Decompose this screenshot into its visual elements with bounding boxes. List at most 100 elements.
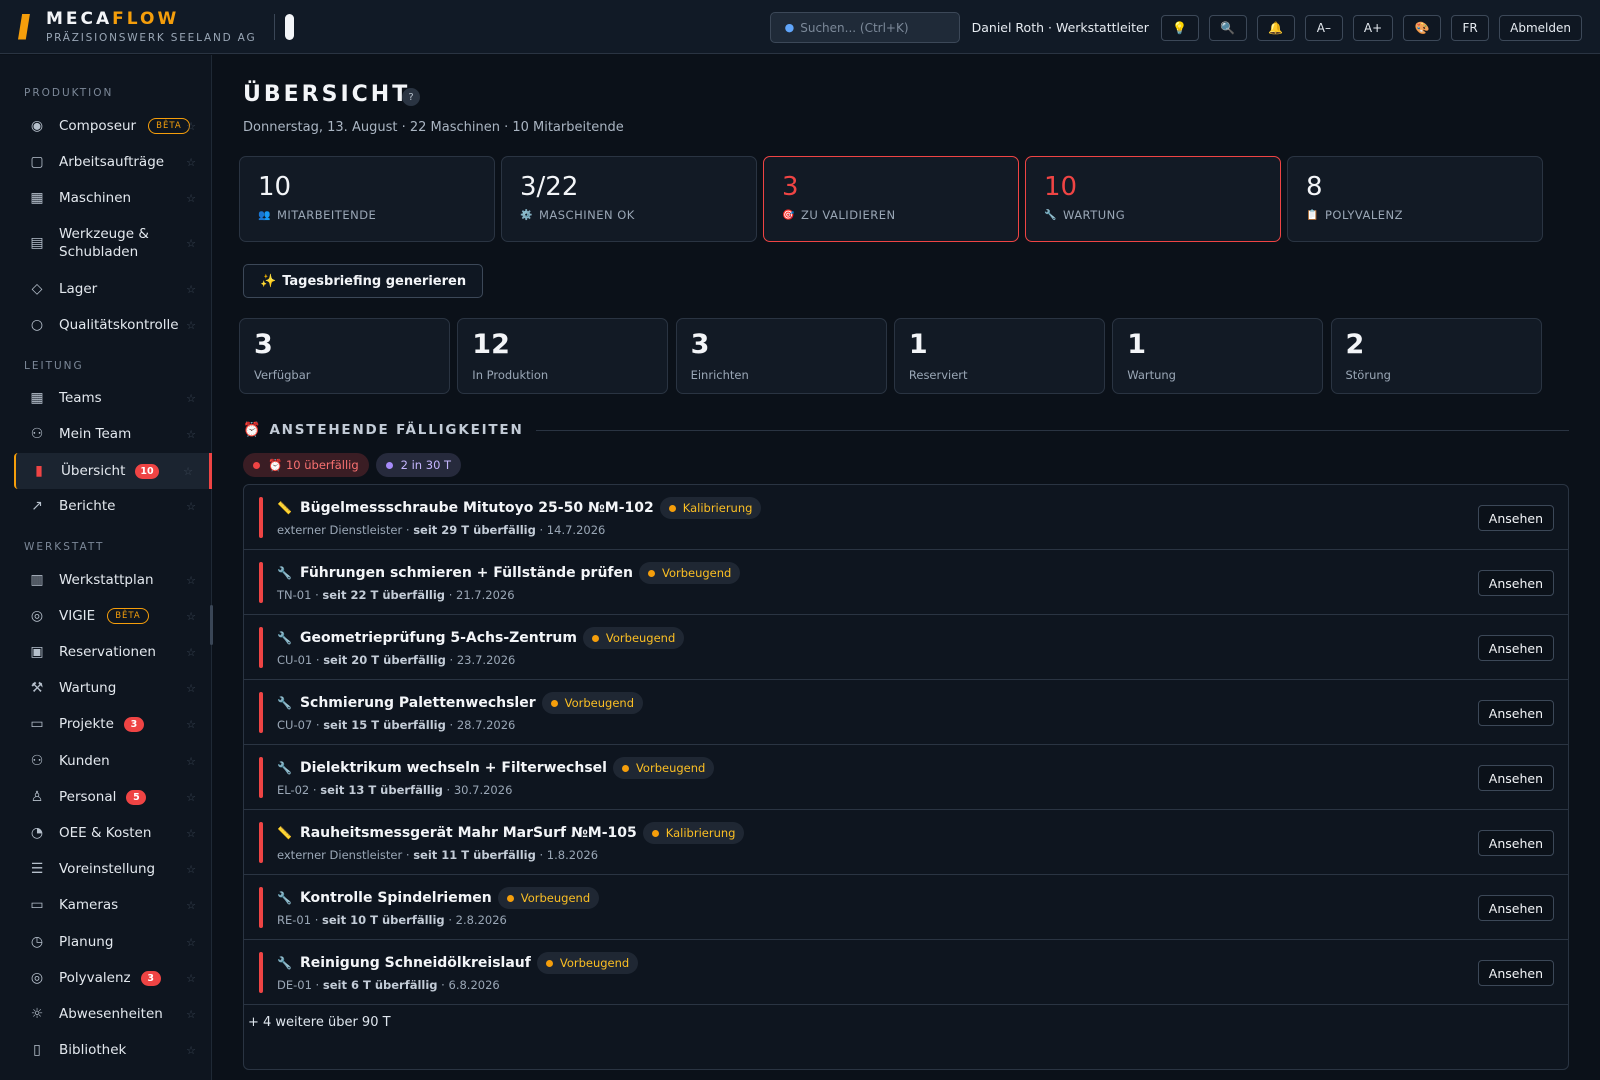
overdue-bar [259,887,263,928]
help-icon[interactable]: ? [402,88,420,106]
sparkles-icon: ✨ [260,273,277,289]
machine-status-card[interactable]: 12 In Produktion [457,318,669,394]
sidebar-item-label: VIGIE [59,608,96,624]
star-icon[interactable]: ☆ [186,936,196,949]
sidebar-item-kunden[interactable]: ⚇ Kunden ☆ [14,748,212,774]
sidebar-item-voreinstellung[interactable]: ☰ Voreinstellung ☆ [14,856,212,882]
grid-icon: ▦ [30,190,44,206]
sidebar-item-berichte[interactable]: ↗ Berichte ☆ [14,493,212,519]
sidebar-item-polyvalenz[interactable]: ◎ Polyvalenz 3 ☆ [14,965,212,991]
tips-button[interactable]: 💡 [1160,14,1199,41]
sidebar-item-mein-team[interactable]: ⚇ Mein Team ☆ [14,421,212,447]
brand-name: MECAFLOW [46,10,256,28]
sidebar-toggle-button[interactable] [285,13,295,40]
font-smaller-button[interactable]: A– [1304,14,1343,41]
sidebar-item-lager[interactable]: ◇ Lager ☆ [14,276,212,302]
star-icon[interactable]: ☆ [186,646,196,659]
star-icon[interactable]: ☆ [186,1008,196,1021]
view-button[interactable]: Ansehen [1477,830,1554,856]
bar-chart-icon: ▮ [35,463,43,479]
star-icon[interactable]: ☆ [186,428,196,441]
star-icon[interactable]: ☆ [186,718,196,731]
font-larger-button[interactable]: A+ [1352,14,1394,41]
view-button[interactable]: Ansehen [1477,765,1554,791]
machine-status-card[interactable]: 1 Reserviert [893,318,1105,394]
sidebar-item-übersicht[interactable]: ▮ Übersicht 10 ☆ [14,453,212,489]
brand-name-accent: FLOW [112,8,180,29]
sidebar-item-teams[interactable]: ▦ Teams ☆ [14,385,212,411]
sidebar-item-planung[interactable]: ◷ Planung ☆ [14,929,212,955]
sidebar-item-personal[interactable]: ♙ Personal 5 ☆ [14,784,212,810]
star-icon[interactable]: ☆ [186,574,196,587]
sidebar-item-projekte[interactable]: ▭ Projekte 3 ☆ [14,711,212,737]
sidebar-item-label: Teams [59,390,102,406]
view-button[interactable]: Ansehen [1477,635,1554,661]
kpi-card[interactable]: 10 👥 MITARBEITENDE [239,156,495,242]
due-row: 📏 Bügelmessschraube Mitutoyo 25-50 №M-102… [244,485,1568,550]
star-icon[interactable]: ☆ [186,863,196,876]
star-icon[interactable]: ☆ [186,827,196,840]
overdue-bar [259,952,263,993]
sidebar-item-werkstattplan[interactable]: ▥ Werkstattplan ☆ [14,567,212,593]
sidebar-item-qualitätskontrolle[interactable]: ○ Qualitätskontrolle ☆ [14,312,212,338]
sidebar-item-bibliothek[interactable]: ▯ Bibliothek ☆ [14,1037,212,1063]
kpi-card[interactable]: 8 📋 POLYVALENZ [1287,156,1543,242]
language-button[interactable]: FR [1451,14,1490,41]
star-icon[interactable]: ☆ [186,156,196,169]
filter-upcoming[interactable]: 2 in 30 T [375,453,462,477]
sidebar-item-oee-kosten[interactable]: ◔ OEE & Kosten ☆ [14,820,212,846]
view-button[interactable]: Ansehen [1477,895,1554,921]
kpi-card[interactable]: 3/22 ⚙️ MASCHINEN OK [501,156,757,242]
kpi-label: 🎯 ZU VALIDIEREN [782,208,1000,222]
logout-button[interactable]: Abmelden [1499,14,1582,41]
star-icon[interactable]: ☆ [186,899,196,912]
view-button[interactable]: Ansehen [1477,960,1554,986]
more-items-link[interactable]: + 4 weitere über 90 T [248,1015,391,1030]
star-icon[interactable]: ☆ [186,610,196,623]
view-button[interactable]: Ansehen [1477,505,1554,531]
status-value: 1 [908,329,928,360]
kpi-card[interactable]: 10 🔧 WARTUNG [1025,156,1281,242]
machine-status-card[interactable]: 3 Verfügbar [239,318,450,394]
star-icon[interactable]: ☆ [186,192,196,205]
sidebar-item-composeur[interactable]: ◉ Composeur BÊTA ☆ [14,113,212,139]
sidebar-item-label: Qualitätskontrolle [59,317,179,333]
machine-status-card[interactable]: 3 Einrichten [675,318,887,394]
machine-status-card[interactable]: 2 Störung [1330,318,1542,394]
star-icon[interactable]: ☆ [186,392,196,405]
sidebar-item-label: Übersicht [61,463,126,479]
sidebar-item-werkzeuge-schubladen[interactable]: ▤ Werkzeuge & Schubladen ☆ [14,221,212,265]
star-icon[interactable]: ☆ [186,1044,196,1057]
star-icon[interactable]: ☆ [186,972,196,985]
due-section-title: ANSTEHENDE FÄLLIGKEITEN [269,422,524,438]
star-icon[interactable]: ☆ [183,465,193,478]
machine-status-card[interactable]: 1 Wartung [1112,318,1324,394]
theme-button[interactable]: 🎨 [1403,14,1442,41]
sidebar-item-wartung[interactable]: ⚒ Wartung ☆ [14,675,212,701]
generate-briefing-button[interactable]: ✨ Tagesbriefing generieren [243,264,484,298]
star-icon[interactable]: ☆ [186,120,196,133]
global-search-button[interactable]: 🔍 [1208,14,1247,41]
search-input[interactable]: ● Suchen... (Ctrl+K) [769,12,960,43]
view-button[interactable]: Ansehen [1477,700,1554,726]
sidebar-item-maschinen[interactable]: ▦ Maschinen ☆ [14,185,212,211]
view-button[interactable]: Ansehen [1477,570,1554,596]
sidebar-item-label: Planung [59,934,114,950]
star-icon[interactable]: ☆ [186,319,196,332]
archive-icon: ▤ [30,235,44,251]
filter-overdue[interactable]: ⏰ 10 überfällig [243,453,369,477]
sidebar-item-arbeitsaufträge[interactable]: ▢ Arbeitsaufträge ☆ [14,149,212,175]
star-icon[interactable]: ☆ [186,237,196,250]
notifications-button[interactable]: 🔔 [1256,14,1295,41]
kpi-card[interactable]: 3 🎯 ZU VALIDIEREN [763,156,1019,242]
kpi-label-text: MITARBEITENDE [276,208,377,222]
sidebar-item-kameras[interactable]: ▭ Kameras ☆ [14,892,212,918]
star-icon[interactable]: ☆ [186,283,196,296]
sidebar-item-vigie[interactable]: ◎ VIGIE BÊTA ☆ [14,603,212,629]
star-icon[interactable]: ☆ [186,682,196,695]
sidebar-item-reservationen[interactable]: ▣ Reservationen ☆ [14,639,212,665]
star-icon[interactable]: ☆ [186,791,196,804]
sidebar-item-abwesenheiten[interactable]: ☼ Abwesenheiten ☆ [14,1001,212,1027]
star-icon[interactable]: ☆ [186,755,196,768]
star-icon[interactable]: ☆ [186,500,196,513]
